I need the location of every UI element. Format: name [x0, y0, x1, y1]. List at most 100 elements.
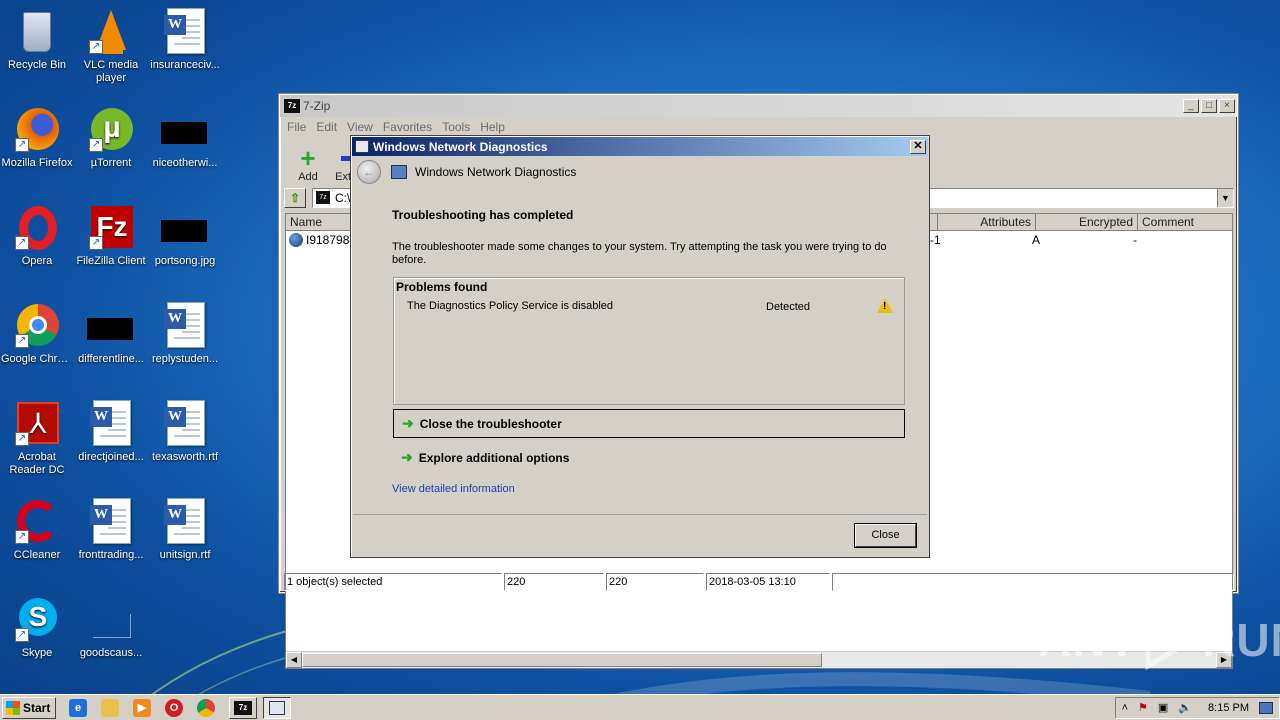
- desktop-icon[interactable]: niceotherwi...: [148, 106, 222, 170]
- tray-expand-icon[interactable]: ˄: [1122, 702, 1128, 714]
- network-tray-icon[interactable]: ▣: [1158, 701, 1168, 714]
- status-size: 220: [504, 573, 604, 591]
- column-comment[interactable]: Comment: [1138, 214, 1228, 230]
- desktop-icon-label: unitsign.rtf: [159, 549, 211, 561]
- desktop-icon[interactable]: Wtexasworth.rtf: [148, 400, 222, 464]
- address-value: C:\: [335, 191, 351, 205]
- ie-icon[interactable]: e: [69, 698, 87, 717]
- desktop-icon[interactable]: Wdirectjoined...: [74, 400, 148, 464]
- word-doc-icon: W: [161, 498, 209, 546]
- desktop-icon-label: Opera: [21, 255, 53, 267]
- play-logo-icon: [1145, 610, 1198, 670]
- problems-box: Problems found The Diagnostics Policy Se…: [393, 277, 905, 405]
- desktop-icon[interactable]: ⅄ ↗ Acrobat Reader DC: [0, 400, 74, 477]
- scroll-left-button[interactable]: ◀: [286, 652, 302, 668]
- shortcut-arrow-icon: ↗: [89, 40, 103, 54]
- volume-icon[interactable]: 🔈: [1178, 701, 1192, 714]
- explorer-icon[interactable]: [101, 698, 119, 717]
- status-packed: 220: [606, 573, 704, 591]
- acrobat-icon: ⅄ ↗: [13, 400, 61, 448]
- completion-message: The troubleshooter made some changes to …: [392, 241, 887, 266]
- scroll-thumb[interactable]: [302, 653, 822, 667]
- menu-file[interactable]: File: [282, 120, 311, 134]
- desktop-icon-label: CCleaner: [13, 549, 61, 561]
- close-window-button[interactable]: ×: [1219, 99, 1235, 113]
- desktop-icon[interactable]: differentline...: [74, 302, 148, 366]
- taskbar-network-diagnostics[interactable]: [263, 696, 291, 719]
- column-encrypted[interactable]: Encrypted: [1036, 214, 1138, 230]
- taskbar: Start e ▶ O 7z ˄ ⚑ ▣ 🔈 8:15 PM: [0, 694, 1280, 720]
- desktop-icon-label: FileZilla Client: [76, 255, 146, 267]
- blank-icon: [87, 596, 135, 644]
- opera-taskbar-icon[interactable]: O: [165, 698, 183, 717]
- desktop-icon-label: µTorrent: [90, 157, 132, 169]
- chrome-taskbar-icon[interactable]: [197, 698, 215, 717]
- desktop-icon[interactable]: ↗ CCleaner: [0, 498, 74, 562]
- dialog-titlebar[interactable]: Windows Network Diagnostics ✕: [352, 137, 928, 156]
- desktop-icon[interactable]: ↗ VLC media player: [74, 8, 148, 85]
- menu-help[interactable]: Help: [475, 120, 510, 134]
- desktop-icon[interactable]: ↗ Opera: [0, 204, 74, 268]
- up-folder-button[interactable]: ⇧: [284, 188, 306, 208]
- shortcut-arrow-icon: ↗: [15, 432, 29, 446]
- shortcut-arrow-icon: ↗: [15, 334, 29, 348]
- menu-tools[interactable]: Tools: [437, 120, 475, 134]
- explore-options-option[interactable]: ➜ Explore additional options: [393, 443, 905, 472]
- sevenzip-menubar: File Edit View Favorites Tools Help: [280, 117, 1237, 137]
- view-detailed-info-link[interactable]: View detailed information: [392, 483, 515, 495]
- shortcut-arrow-icon: ↗: [89, 138, 103, 152]
- add-label: Add: [298, 171, 318, 183]
- black-thumbnail-icon: [161, 204, 209, 252]
- nav-title: Windows Network Diagnostics: [415, 165, 577, 179]
- dialog-title: Windows Network Diagnostics: [373, 139, 548, 154]
- problem-status: Detected: [766, 301, 811, 313]
- column-attributes[interactable]: Attributes: [938, 214, 1036, 230]
- dialog-close-icon[interactable]: ✕: [910, 139, 926, 154]
- filezilla-icon: Fz ↗: [87, 204, 135, 252]
- desktop-icon[interactable]: portsong.jpg: [148, 204, 222, 268]
- desktop-icon[interactable]: Winsuranceciv...: [148, 8, 222, 72]
- maximize-button[interactable]: □: [1201, 99, 1217, 113]
- diagnostics-taskbar-icon: [269, 700, 285, 715]
- word-doc-icon: W: [87, 400, 135, 448]
- menu-view[interactable]: View: [342, 120, 378, 134]
- menu-edit[interactable]: Edit: [311, 120, 342, 134]
- status-selected: 1 object(s) selected: [284, 573, 502, 591]
- desktop-icon[interactable]: Wfronttrading...: [74, 498, 148, 562]
- desktop-icon[interactable]: Fz ↗ FileZilla Client: [74, 204, 148, 268]
- row-attributes: A: [1032, 233, 1041, 247]
- close-troubleshooter-option[interactable]: ➜ Close the troubleshooter: [393, 409, 905, 438]
- address-dropdown-button[interactable]: ▼: [1217, 189, 1233, 207]
- column-name[interactable]: Name: [286, 214, 352, 230]
- close-button[interactable]: Close: [855, 524, 916, 547]
- desktop-icon[interactable]: Wunitsign.rtf: [148, 498, 222, 562]
- network-icon: [391, 165, 407, 179]
- desktop-icon[interactable]: goodscaus...: [74, 596, 148, 660]
- show-desktop-icon[interactable]: [1259, 701, 1273, 714]
- opera-icon: ↗: [13, 204, 61, 252]
- desktop-icon[interactable]: µ ↗ µTorrent: [74, 106, 148, 170]
- word-doc-icon: W: [161, 302, 209, 350]
- desktop-icon-label: directjoined...: [78, 451, 144, 463]
- desktop-icon[interactable]: S ↗ Skype: [0, 596, 74, 660]
- desktop-icon-label: Recycle Bin: [7, 59, 67, 71]
- desktop-icon[interactable]: Recycle Bin: [0, 8, 74, 72]
- desktop-icon[interactable]: Wreplystuden...: [148, 302, 222, 366]
- row-partial: -1: [930, 233, 941, 247]
- action-center-icon[interactable]: ⚑: [1138, 701, 1148, 714]
- desktop-icon[interactable]: ↗ Mozilla Firefox: [0, 106, 74, 170]
- clock[interactable]: 8:15 PM: [1208, 702, 1249, 714]
- taskbar-7zip[interactable]: 7z: [229, 696, 257, 719]
- minimize-button[interactable]: _: [1183, 99, 1199, 113]
- skype-icon: S ↗: [13, 596, 61, 644]
- close-troubleshooter-label: Close the troubleshooter: [419, 416, 562, 431]
- desktop-icon[interactable]: ↗ Google Chrome: [0, 302, 74, 366]
- shortcut-arrow-icon: ↗: [15, 138, 29, 152]
- start-button[interactable]: Start: [2, 696, 56, 719]
- sevenzip-titlebar[interactable]: 7z 7-Zip _ □ ×: [280, 95, 1237, 117]
- menu-favorites[interactable]: Favorites: [378, 120, 437, 134]
- media-player-icon[interactable]: ▶: [133, 698, 151, 717]
- add-button[interactable]: + Add: [288, 145, 328, 183]
- sevenzip-icon: 7z: [284, 99, 300, 113]
- back-button[interactable]: ←: [357, 160, 381, 184]
